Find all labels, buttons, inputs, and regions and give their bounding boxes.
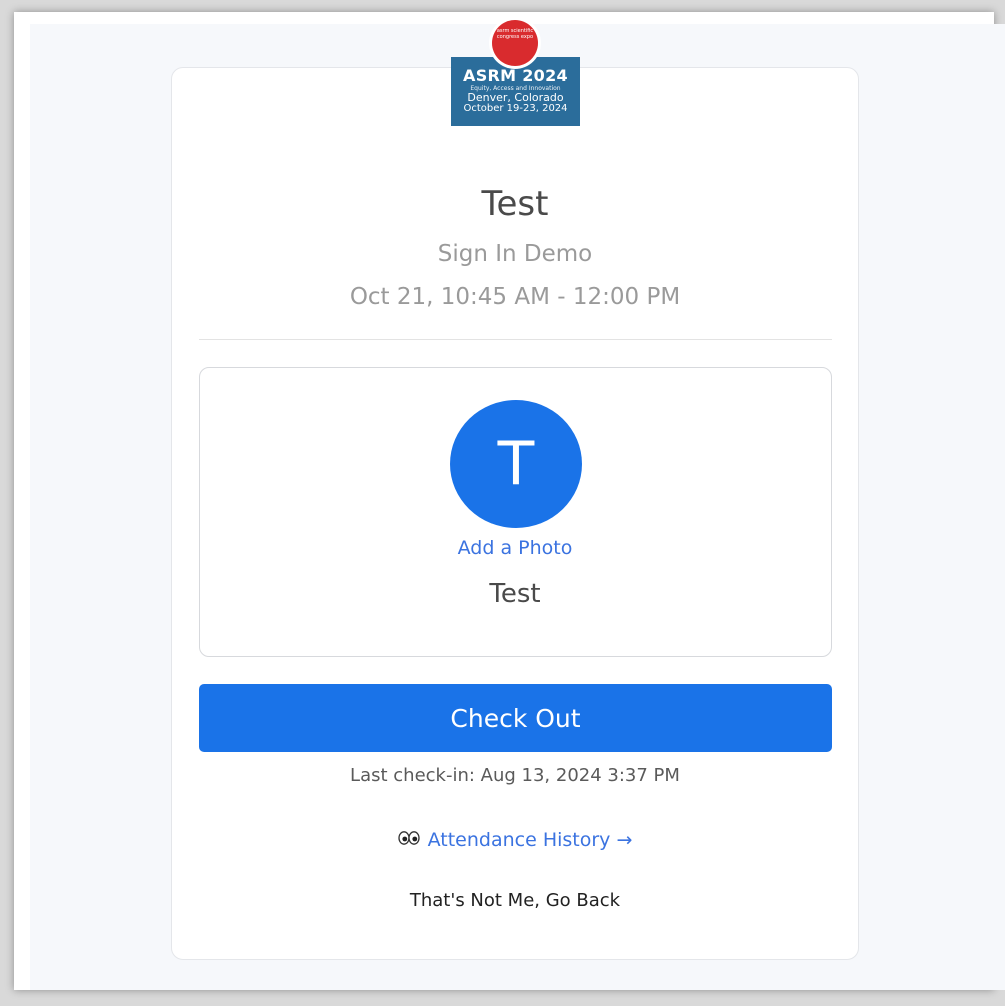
logo-tagline: Equity, Access and Innovation bbox=[470, 85, 561, 92]
logo-badge: asrm scientific congress expo bbox=[489, 17, 541, 69]
profile-name: Test bbox=[489, 579, 541, 609]
last-checkin-text: Last check-in: Aug 13, 2024 3:37 PM bbox=[350, 765, 680, 786]
logo-location: Denver, Colorado bbox=[467, 91, 564, 104]
divider bbox=[199, 339, 832, 340]
go-back-link[interactable]: That's Not Me, Go Back bbox=[171, 889, 859, 913]
logo-dates: October 19-23, 2024 bbox=[463, 103, 568, 114]
attendance-history-link[interactable]: Attendance History → bbox=[171, 828, 859, 853]
session-time: Oct 21, 10:45 AM - 12:00 PM bbox=[349, 284, 681, 310]
attendance-history-label: Attendance History → bbox=[427, 829, 633, 851]
logo-badge-text: asrm scientific congress expo bbox=[492, 20, 538, 66]
logo-title: ASRM 2024 bbox=[463, 66, 568, 85]
session-title: Test bbox=[481, 184, 549, 224]
check-out-button[interactable]: Check Out bbox=[199, 684, 832, 752]
avatar[interactable]: T bbox=[450, 400, 582, 528]
add-photo-link[interactable]: Add a Photo bbox=[171, 536, 859, 560]
session-subtitle: Sign In Demo bbox=[437, 241, 593, 267]
eyes-icon bbox=[397, 827, 420, 851]
